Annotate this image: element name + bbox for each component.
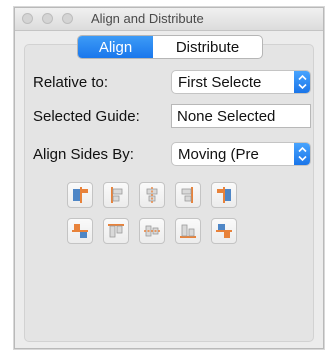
relative-to-label: Relative to: xyxy=(33,74,109,91)
align-bottom-sides-icon xyxy=(180,224,196,238)
align-sides-by-value: Moving (Pre xyxy=(178,146,259,163)
align-left-sides-button[interactable] xyxy=(103,182,129,208)
align-right-sides-button[interactable] xyxy=(175,182,201,208)
tab-distribute[interactable]: Distribute xyxy=(153,36,262,58)
align-left-sides-icon xyxy=(111,187,123,203)
align-top-sides-button[interactable] xyxy=(103,218,129,244)
popup-stepper-icon xyxy=(294,143,310,165)
popup-stepper-icon xyxy=(294,71,310,93)
align-bottom-edges-icon xyxy=(216,224,232,238)
align-distribute-window: Align and Distribute Align Distribute Re… xyxy=(14,7,324,349)
tab-align[interactable]: Align xyxy=(78,36,153,58)
align-right-edges-button[interactable] xyxy=(211,182,237,208)
align-vertical-centers-button[interactable] xyxy=(139,218,165,244)
zoom-window-button[interactable] xyxy=(62,13,73,24)
selected-guide-field[interactable]: None Selected xyxy=(171,104,311,128)
selected-guide-label: Selected Guide: xyxy=(33,108,140,125)
tab-bar: Align Distribute xyxy=(77,35,263,59)
align-bottom-edges-button[interactable] xyxy=(211,218,237,244)
align-sides-by-label: Align Sides By: xyxy=(33,146,134,163)
align-horizontal-centers-icon xyxy=(146,187,158,203)
align-right-edges-icon xyxy=(217,187,231,203)
relative-to-popup[interactable]: First Selecte xyxy=(171,70,311,94)
align-top-sides-icon xyxy=(108,224,124,238)
align-vertical-centers-icon xyxy=(144,225,160,237)
title-bar: Align and Distribute xyxy=(15,8,323,31)
align-sides-by-popup[interactable]: Moving (Pre xyxy=(171,142,311,166)
align-horizontal-centers-button[interactable] xyxy=(139,182,165,208)
close-window-button[interactable] xyxy=(22,13,33,24)
window-title: Align and Distribute xyxy=(91,11,204,26)
align-left-edges-button[interactable] xyxy=(67,182,93,208)
align-top-edges-icon xyxy=(72,224,88,238)
align-bottom-sides-button[interactable] xyxy=(175,218,201,244)
minimize-window-button[interactable] xyxy=(42,13,53,24)
align-top-edges-button[interactable] xyxy=(67,218,93,244)
relative-to-value: First Selecte xyxy=(178,74,262,91)
selected-guide-value: None Selected xyxy=(177,108,276,125)
align-left-edges-icon xyxy=(73,187,88,203)
align-right-sides-icon xyxy=(181,187,193,203)
